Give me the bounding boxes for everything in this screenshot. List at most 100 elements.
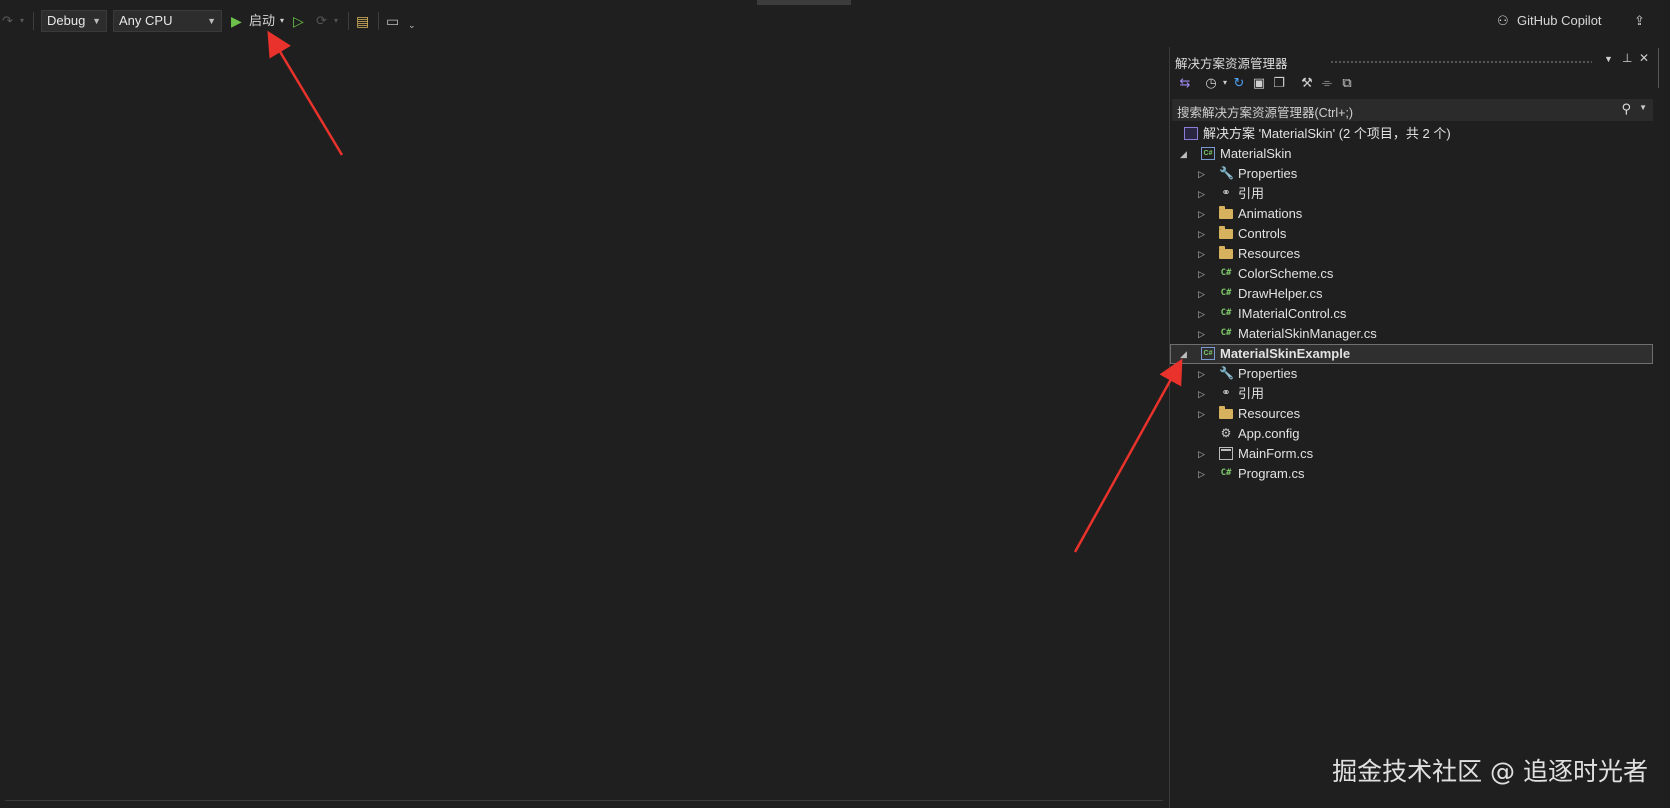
csharp-file-icon: C#	[1220, 328, 1232, 338]
tree-item-label: Properties	[1238, 166, 1298, 181]
share-icon[interactable]: ⇪	[1634, 10, 1645, 32]
hot-reload-icon[interactable]: ⟳	[316, 10, 327, 32]
tree-item[interactable]: ▷ Resources	[1170, 244, 1653, 264]
start-label: 启动	[249, 13, 276, 28]
side-tab[interactable]	[1658, 48, 1669, 88]
tree-item-label: MaterialSkinExample	[1220, 346, 1351, 361]
collapse-all-icon[interactable]: ▣	[1250, 73, 1268, 93]
panel-title: 解决方案资源管理器	[1175, 57, 1288, 71]
start-debugging-button[interactable]: ▶ 启动 ▾	[231, 10, 287, 32]
hot-reload-dropdown-icon[interactable]: ▾	[334, 10, 338, 32]
tree-item[interactable]: ▷ 🔧 Properties	[1170, 164, 1653, 184]
tree-item-label: IMaterialControl.cs	[1238, 306, 1347, 321]
toolbar-separator	[348, 12, 349, 30]
collapsed-toggle-icon[interactable]: ▷	[1198, 244, 1205, 264]
tree-item[interactable]: ▷ Resources	[1170, 404, 1653, 424]
pin-icon[interactable]: ⊥	[1622, 51, 1632, 65]
csharp-project-icon: C#	[1201, 147, 1215, 160]
panel-drag-grip[interactable]	[1330, 60, 1592, 64]
collapsed-toggle-icon[interactable]: ▷	[1198, 224, 1205, 244]
tree-item[interactable]: ▷ C# IMaterialControl.cs	[1170, 304, 1653, 324]
expanded-toggle-icon[interactable]: ◢	[1180, 344, 1187, 364]
collapsed-toggle-icon[interactable]: ▷	[1198, 184, 1205, 204]
references-icon: ⚭	[1221, 387, 1231, 399]
solution-icon	[1184, 127, 1198, 140]
start-dropdown-icon[interactable]: ▾	[280, 10, 284, 32]
platform-select-value: Any CPU	[119, 13, 173, 28]
tree-item[interactable]: 解决方案 'MaterialSkin' (2 个项目，共 2 个)	[1170, 124, 1653, 144]
tree-item[interactable]: ▷ C# Program.cs	[1170, 464, 1653, 484]
tree-item-label: 解决方案 'MaterialSkin' (2 个项目，共 2 个)	[1203, 126, 1451, 141]
csharp-file-icon: C#	[1220, 268, 1232, 278]
tree-item[interactable]: ▷ C# ColorScheme.cs	[1170, 264, 1653, 284]
tree-item[interactable]: ▷ Animations	[1170, 204, 1653, 224]
editor-area	[0, 42, 1168, 808]
search-icon[interactable]: ⚲	[1621, 101, 1631, 117]
redo-icon[interactable]: ↷	[2, 10, 13, 32]
play-icon: ▶	[231, 13, 242, 29]
tree-item[interactable]: ▷ ⚭ 引用	[1170, 384, 1653, 404]
collapsed-toggle-icon[interactable]: ▷	[1198, 284, 1205, 304]
tree-item-label: MaterialSkin	[1220, 146, 1292, 161]
collapsed-toggle-icon[interactable]: ▷	[1198, 204, 1205, 224]
wrench-icon: 🔧	[1219, 366, 1234, 380]
tree-item[interactable]: ▷ MainForm.cs	[1170, 444, 1653, 464]
expanded-toggle-icon[interactable]: ◢	[1180, 144, 1187, 164]
configuration-select[interactable]: Debug ▼	[41, 10, 107, 32]
config-file-icon: ⚙	[1220, 426, 1232, 440]
collapsed-toggle-icon[interactable]: ▷	[1198, 324, 1205, 344]
csharp-project-icon: C#	[1201, 347, 1215, 360]
collapsed-toggle-icon[interactable]: ▷	[1198, 304, 1205, 324]
class-diagram-icon[interactable]: ⧉	[1338, 73, 1356, 93]
tree-item[interactable]: ▷ C# MaterialSkinManager.cs	[1170, 324, 1653, 344]
close-icon[interactable]: ✕	[1639, 51, 1649, 65]
tree-item[interactable]: ▷ 🔧 Properties	[1170, 364, 1653, 384]
platform-select[interactable]: Any CPU ▼	[113, 10, 222, 32]
show-all-files-icon[interactable]: ❐	[1270, 73, 1288, 93]
panel-options-icon[interactable]: ▼	[1604, 54, 1613, 64]
copilot-icon: ⚇	[1497, 13, 1509, 28]
toolbar-separator	[378, 12, 379, 30]
collapsed-toggle-icon[interactable]: ▷	[1198, 164, 1205, 184]
tree-item[interactable]: ▷ ⚭ 引用	[1170, 184, 1653, 204]
csharp-file-icon: C#	[1220, 288, 1232, 298]
search-box[interactable]: 搜索解决方案资源管理器(Ctrl+;) ⚲ ▼	[1172, 99, 1653, 121]
tree-item-label: DrawHelper.cs	[1238, 286, 1323, 301]
tree-item[interactable]: ▷ C# DrawHelper.cs	[1170, 284, 1653, 304]
tree-item[interactable]: ⚙ App.config	[1170, 424, 1653, 444]
toolbar-overflow-icon[interactable]: ⌄	[408, 14, 416, 36]
main-toolbar: ↷ ▾ Debug ▼ Any CPU ▼ ▶ 启动 ▾ ▷ ⟳ ▾ ▤ ▭ ⌄…	[0, 0, 1670, 42]
solution-explorer-toolbar: ⇆ ◷ ▾ ↻ ▣ ❐ ⚒ ⌯ ⧉	[1174, 73, 1644, 95]
tree-item-label: Controls	[1238, 226, 1287, 241]
tree-item[interactable]: ◢ C# MaterialSkinExample	[1170, 344, 1653, 364]
collapsed-toggle-icon[interactable]: ▷	[1198, 384, 1205, 404]
tree-item[interactable]: ◢ C# MaterialSkin	[1170, 144, 1653, 164]
folder-icon	[1219, 406, 1233, 419]
open-folder-icon[interactable]: ▤	[356, 10, 369, 32]
collapsed-toggle-icon[interactable]: ▷	[1198, 444, 1205, 464]
tree-item-label: App.config	[1238, 426, 1300, 441]
tab-indicator	[757, 0, 851, 5]
properties-wrench-icon[interactable]: ⚒	[1298, 73, 1316, 93]
tree-item-label: 引用	[1238, 186, 1265, 201]
collapsed-toggle-icon[interactable]: ▷	[1198, 404, 1205, 424]
wrench-icon: 🔧	[1219, 166, 1234, 180]
preview-icon[interactable]: ⌯	[1318, 73, 1336, 93]
layout-window-icon[interactable]: ▭	[386, 10, 399, 32]
search-options-icon[interactable]: ▼	[1639, 103, 1647, 112]
tree-item-label: 引用	[1238, 386, 1265, 401]
form-file-icon	[1219, 447, 1233, 460]
toolbar-separator	[33, 12, 34, 30]
search-placeholder: 搜索解决方案资源管理器(Ctrl+;)	[1177, 106, 1354, 120]
collapsed-toggle-icon[interactable]: ▷	[1198, 364, 1205, 384]
redo-dropdown-icon[interactable]: ▾	[20, 10, 24, 32]
tree-item-label: Properties	[1238, 366, 1298, 381]
collapsed-toggle-icon[interactable]: ▷	[1198, 264, 1205, 284]
references-icon: ⚭	[1221, 187, 1231, 199]
start-without-debugging-icon[interactable]: ▷	[293, 10, 304, 32]
tree-item[interactable]: ▷ Controls	[1170, 224, 1653, 244]
refresh-icon[interactable]: ↻	[1230, 73, 1248, 93]
switch-views-icon[interactable]: ⇆	[1176, 73, 1194, 93]
collapsed-toggle-icon[interactable]: ▷	[1198, 464, 1205, 484]
github-copilot-button[interactable]: ⚇ GitHub Copilot	[1497, 10, 1602, 32]
